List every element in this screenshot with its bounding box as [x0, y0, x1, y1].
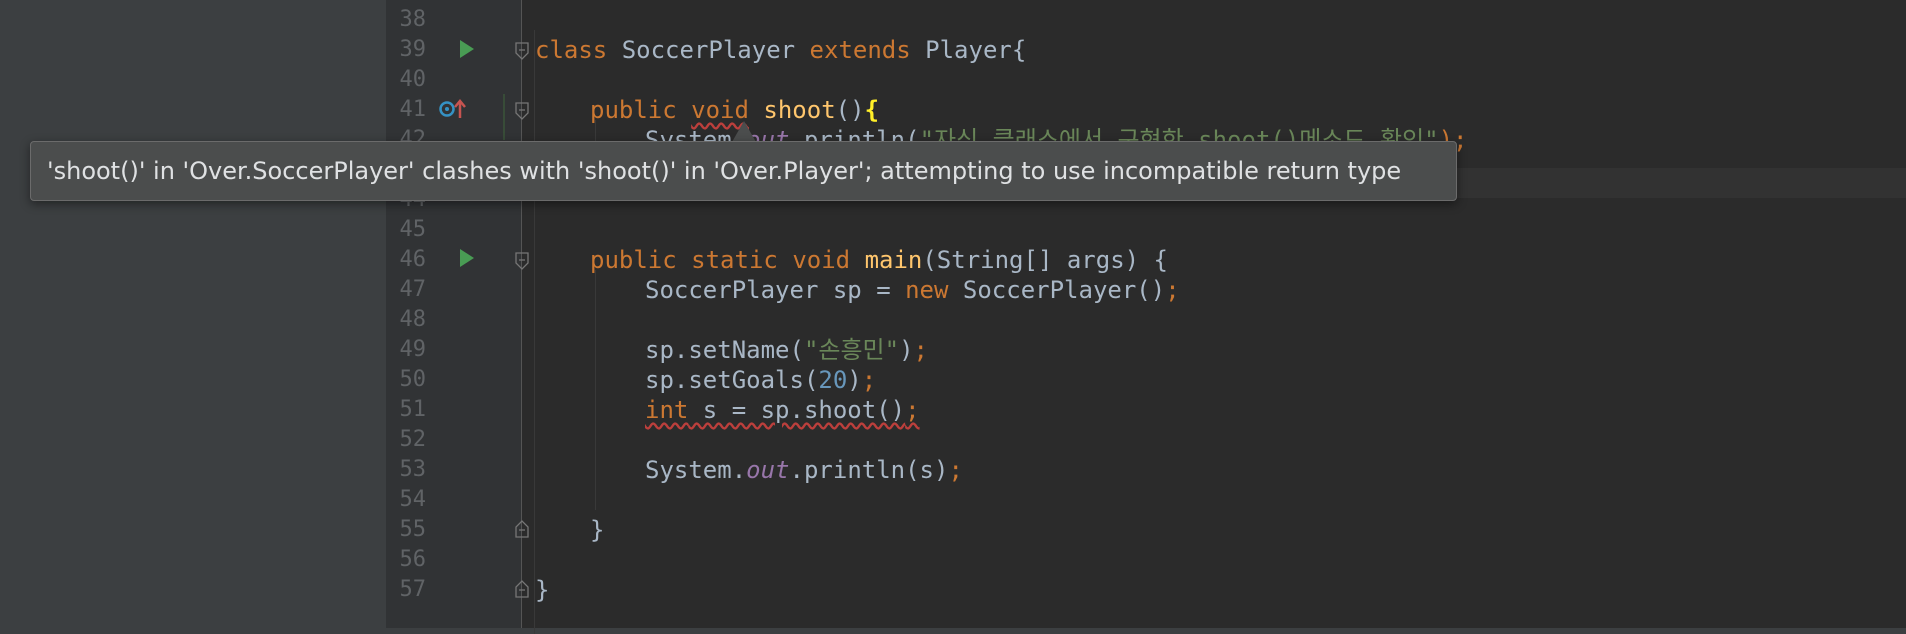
line-number: 51 — [399, 397, 427, 422]
parent-class: Player{ — [925, 36, 1027, 64]
code-line-50[interactable]: sp.setGoals(20); — [645, 365, 876, 395]
tooltip-message: 'shoot()' in 'Over.SoccerPlayer' clashes… — [47, 157, 1402, 185]
fold-marker-icon[interactable] — [515, 252, 529, 270]
code-text: SoccerPlayer sp = — [645, 276, 906, 304]
code-text: sp.setName( — [645, 336, 804, 364]
code-text: ) — [899, 336, 914, 364]
semicolon: ; — [861, 366, 877, 394]
line-number: 57 — [399, 577, 427, 602]
system-class: System. — [645, 456, 747, 484]
line-number: 55 — [399, 517, 427, 542]
keyword: int — [645, 396, 689, 424]
error-statement: int s = sp.shoot(); — [645, 396, 920, 424]
number-literal: 20 — [818, 366, 848, 394]
keyword: new — [905, 276, 949, 304]
line-number: 47 — [399, 277, 427, 302]
closing-brace: } — [535, 576, 550, 604]
fold-end-icon[interactable] — [515, 520, 529, 538]
matched-brace: { — [864, 96, 880, 124]
line-number: 45 — [399, 217, 427, 242]
line-number: 48 — [399, 307, 427, 332]
indent-guide — [595, 270, 596, 510]
string-literal: "손흥민" — [803, 336, 900, 364]
keyword: static — [691, 246, 778, 274]
line-number: 46 — [399, 247, 427, 272]
line-number: 54 — [399, 487, 427, 512]
code-line-57[interactable]: } — [535, 575, 549, 605]
method-signature: (String[] args) { — [922, 246, 1168, 274]
method-parens: () — [835, 96, 865, 124]
keyword: void — [792, 246, 851, 274]
keyword: public — [590, 246, 677, 274]
line-number: 38 — [399, 7, 427, 32]
keyword: class — [535, 36, 608, 64]
code-text: ) — [847, 366, 862, 394]
error-keyword: void — [691, 96, 749, 124]
line-number: 56 — [399, 547, 427, 572]
code-line-51[interactable]: int s = sp.shoot(); — [645, 395, 920, 425]
line-number: 50 — [399, 367, 427, 392]
indent-guide — [534, 30, 535, 634]
code-text: s = sp.shoot() — [688, 396, 906, 424]
code-line-46[interactable]: public static void main(String[] args) { — [590, 245, 1168, 275]
fold-end-icon[interactable] — [515, 580, 529, 598]
error-tooltip: 'shoot()' in 'Over.SoccerPlayer' clashes… — [30, 141, 1457, 201]
code-line-53[interactable]: System.out.println(s); — [645, 455, 963, 485]
semicolon: ; — [905, 396, 920, 424]
semicolon: ; — [1165, 276, 1180, 304]
vcs-change-marker[interactable] — [503, 94, 505, 140]
line-number: 53 — [399, 457, 427, 482]
keyword: public — [590, 96, 677, 124]
method-call: .println(s) — [789, 456, 949, 484]
fold-marker-icon[interactable] — [515, 42, 529, 60]
line-number: 49 — [399, 337, 427, 362]
code-line-39[interactable]: class SoccerPlayer extends Player{ — [535, 35, 1026, 65]
semicolon: ; — [948, 456, 963, 484]
method-name: main — [864, 246, 923, 274]
code-line-55[interactable]: } — [590, 515, 604, 545]
code-text: SoccerPlayer() — [948, 276, 1166, 304]
line-number: 52 — [399, 427, 427, 452]
code-text: sp.setGoals( — [645, 366, 819, 394]
semicolon: ; — [913, 336, 928, 364]
fold-marker-icon[interactable] — [515, 102, 529, 120]
static-field: out — [746, 456, 790, 484]
class-name: SoccerPlayer — [621, 36, 796, 64]
tooltip-arrow — [732, 121, 756, 142]
overriding-method-icon[interactable] — [438, 98, 466, 120]
method-name: shoot — [763, 96, 836, 124]
keyword: extends — [809, 36, 911, 64]
run-icon[interactable] — [460, 40, 474, 58]
line-number: 39 — [399, 37, 427, 62]
line-number: 41 — [399, 97, 427, 122]
line-number: 40 — [399, 67, 427, 92]
editor-bottom-border — [386, 628, 1906, 634]
project-panel — [0, 0, 386, 634]
closing-brace: } — [590, 516, 605, 544]
code-line-47[interactable]: SoccerPlayer sp = new SoccerPlayer(); — [645, 275, 1180, 305]
run-icon[interactable] — [460, 249, 474, 267]
code-line-49[interactable]: sp.setName("손흥민"); — [645, 335, 928, 365]
